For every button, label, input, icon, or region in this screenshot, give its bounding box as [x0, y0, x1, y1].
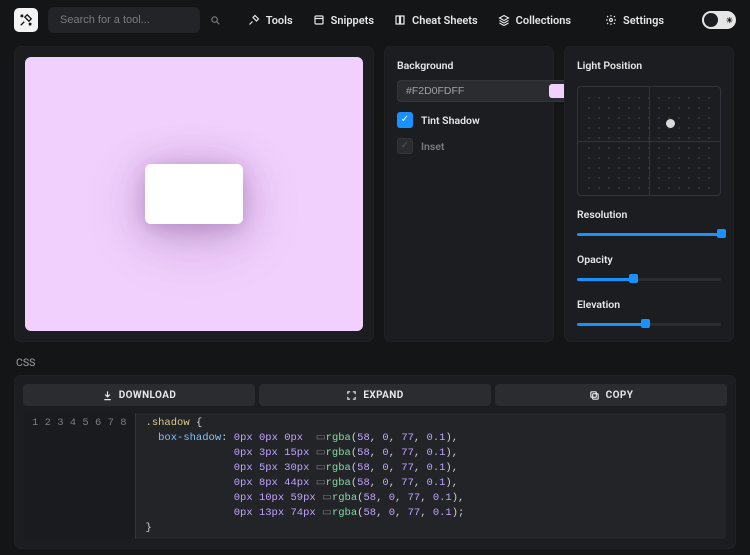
nav-collections[interactable]: Collections — [498, 14, 571, 27]
search-field[interactable] — [48, 7, 200, 33]
elevation-label: Elevation — [577, 298, 721, 311]
expand-icon — [346, 390, 357, 401]
output-language-label: CSS — [16, 356, 734, 369]
slider-fill — [577, 278, 633, 281]
tools-icon — [248, 14, 260, 26]
search-icon — [210, 15, 221, 26]
preview-panel — [14, 46, 374, 342]
toggle-knob — [704, 13, 718, 27]
sun-icon: ☀ — [726, 16, 733, 25]
light-position-label: Light Position — [577, 59, 721, 72]
copy-button[interactable]: COPY — [495, 384, 727, 406]
gear-icon — [605, 14, 617, 26]
nav-tools[interactable]: Tools — [248, 14, 293, 27]
background-color-input[interactable] — [397, 80, 578, 102]
button-label: COPY — [606, 390, 634, 401]
opacity-slider[interactable] — [577, 272, 721, 286]
collections-icon — [498, 14, 510, 26]
code-lines: .shadow { box-shadow: 0px 0px 0px ▭rgba(… — [136, 413, 475, 539]
inset-label: Inset — [421, 140, 444, 153]
nav-label: Settings — [623, 14, 664, 27]
nav-label: Tools — [266, 14, 293, 27]
app-logo[interactable] — [14, 8, 38, 32]
nav-cheatsheets[interactable]: Cheat Sheets — [394, 14, 478, 27]
inset-checkbox[interactable]: ✓ — [397, 138, 413, 154]
nav-label: Cheat Sheets — [412, 14, 478, 27]
tint-shadow-checkbox[interactable]: ✓ — [397, 112, 413, 128]
slider-thumb[interactable] — [717, 229, 726, 238]
check-icon: ✓ — [401, 141, 409, 151]
nav-label: Collections — [516, 14, 571, 27]
properties-panel: Background ✓ Tint Shadow ✓ Inset — [384, 46, 554, 342]
slider-thumb[interactable] — [629, 274, 638, 283]
grid-axis-h — [578, 141, 720, 142]
search-input[interactable] — [58, 13, 204, 27]
code-gutter: 1 2 3 4 5 6 7 8 — [24, 413, 136, 539]
nav-settings[interactable]: Settings — [605, 14, 664, 27]
background-color-text[interactable] — [404, 84, 543, 98]
nav-label: Snippets — [331, 14, 374, 27]
download-button[interactable]: DOWNLOAD — [23, 384, 255, 406]
tint-shadow-label: Tint Shadow — [421, 114, 480, 127]
copy-icon — [589, 390, 600, 401]
opacity-label: Opacity — [577, 253, 721, 266]
resolution-label: Resolution — [577, 208, 721, 221]
code-block[interactable]: 1 2 3 4 5 6 7 8 .shadow { box-shadow: 0p… — [23, 412, 727, 540]
tint-shadow-row[interactable]: ✓ Tint Shadow — [397, 112, 541, 128]
light-position-grid[interactable] — [577, 86, 721, 196]
code-output-panel: DOWNLOAD EXPAND COPY 1 2 3 4 5 6 7 8 .sh… — [14, 375, 736, 549]
preview-shape[interactable] — [145, 164, 243, 224]
slider-thumb[interactable] — [641, 319, 650, 328]
check-icon: ✓ — [401, 115, 409, 125]
snippets-icon — [313, 14, 325, 26]
slider-fill — [577, 233, 721, 236]
elevation-slider[interactable] — [577, 317, 721, 331]
background-label: Background — [397, 59, 541, 72]
slider-fill — [577, 323, 645, 326]
inset-row[interactable]: ✓ Inset — [397, 138, 541, 154]
resolution-slider[interactable] — [577, 227, 721, 241]
nav-snippets[interactable]: Snippets — [313, 14, 374, 27]
button-label: EXPAND — [363, 390, 403, 401]
light-panel: Light Position Resolution Opacity El — [564, 46, 734, 342]
theme-toggle[interactable]: ☾ ☀ — [702, 11, 736, 29]
button-label: DOWNLOAD — [119, 390, 177, 401]
book-icon — [394, 14, 406, 26]
expand-button[interactable]: EXPAND — [259, 384, 491, 406]
preview-canvas[interactable] — [25, 57, 363, 331]
download-icon — [102, 390, 113, 401]
